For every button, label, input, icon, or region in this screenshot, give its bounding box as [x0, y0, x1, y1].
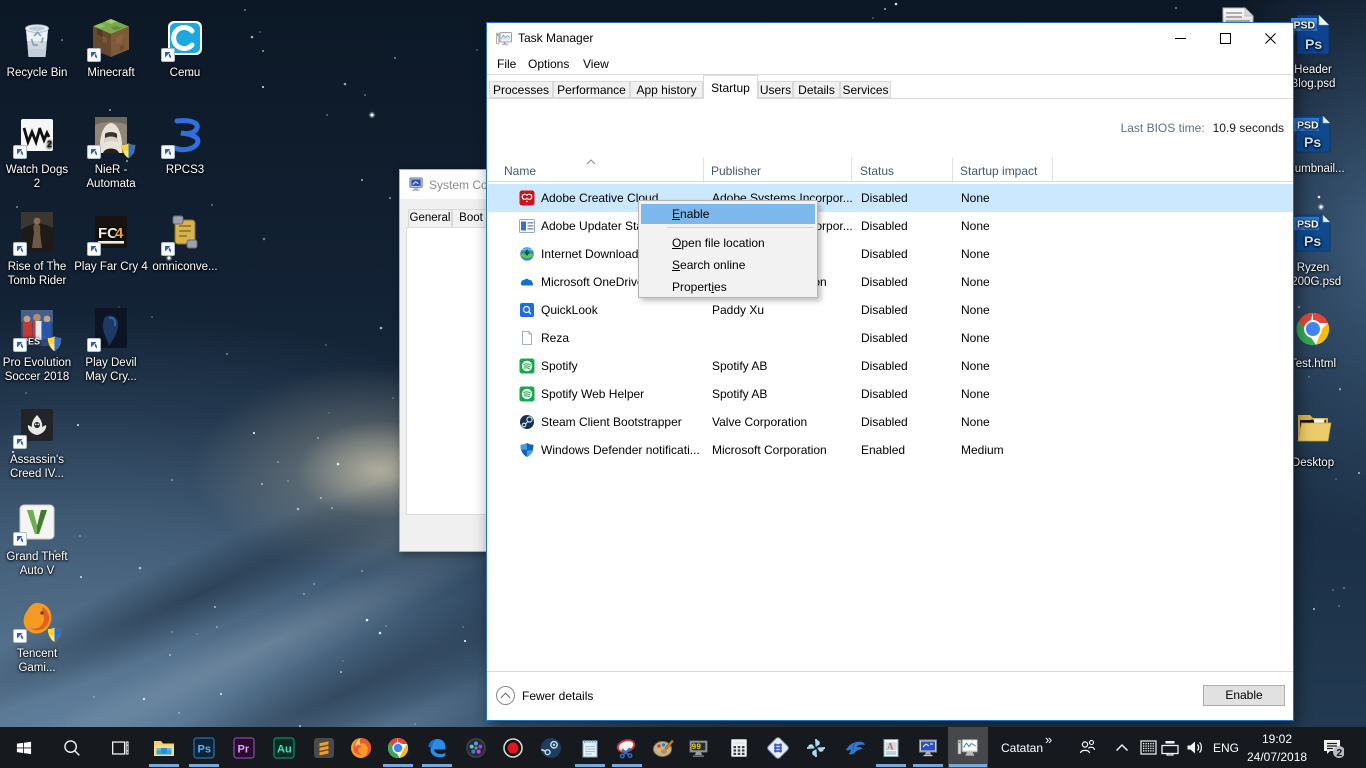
svg-text:4: 4: [115, 225, 124, 242]
svg-text:A: A: [887, 741, 894, 751]
svg-text:99: 99: [692, 743, 702, 752]
svg-text:Ps: Ps: [198, 743, 211, 755]
svg-text:PSD: PSD: [1297, 219, 1319, 231]
svg-text:Pr: Pr: [238, 743, 250, 755]
svg-text:Ps: Ps: [1305, 36, 1322, 52]
svg-text:2: 2: [1336, 747, 1342, 758]
svg-text:PSD: PSD: [1294, 20, 1316, 32]
svg-text:Au: Au: [277, 743, 292, 755]
svg-text:Ps: Ps: [1304, 134, 1321, 150]
svg-text:PSD: PSD: [1297, 120, 1319, 132]
svg-text:Ps: Ps: [1304, 233, 1321, 249]
svg-text:2: 2: [47, 139, 52, 149]
